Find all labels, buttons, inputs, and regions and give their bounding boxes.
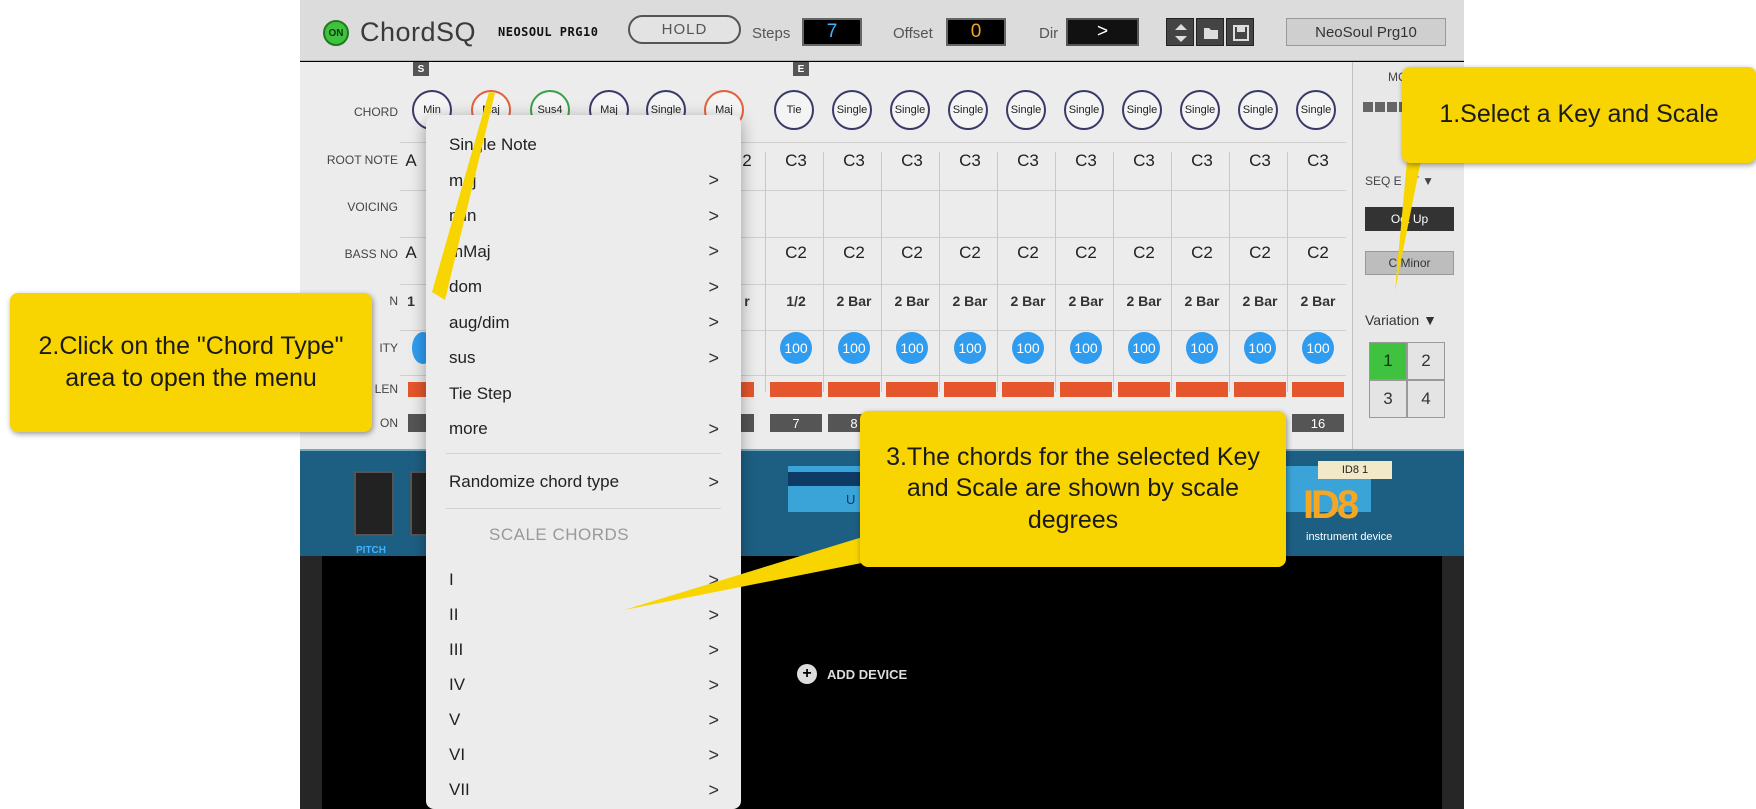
callout-one-pointer (1395, 150, 1423, 291)
callout-scale-chords: 3.The chords for the selected Key and Sc… (860, 411, 1286, 567)
callout-two-pointer (432, 92, 495, 300)
callout-click-chord-type: 2.Click on the "Chord Type" area to open… (10, 293, 372, 432)
callout-select-key-scale: 1.Select a Key and Scale (1402, 67, 1756, 163)
